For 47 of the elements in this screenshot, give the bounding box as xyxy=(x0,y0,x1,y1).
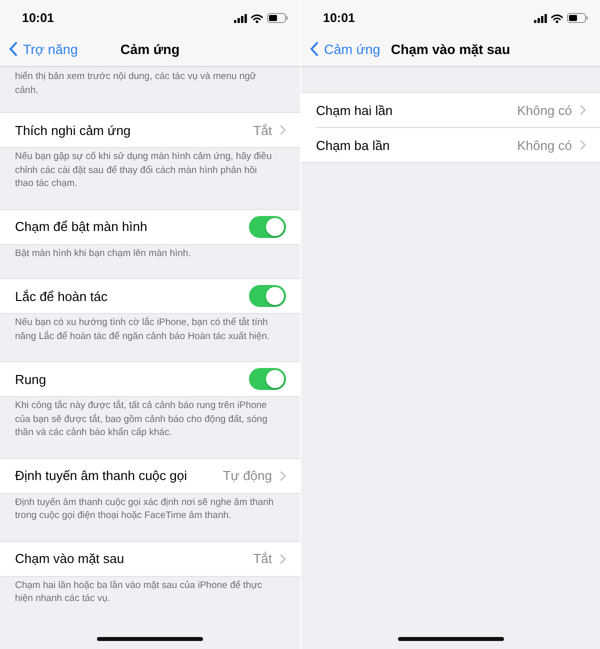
screen-title: Cảm ứng xyxy=(120,42,180,56)
row-label: Rung xyxy=(15,372,48,386)
settings-row[interactable]: Thích nghi cảm ứng Tắt xyxy=(0,113,300,147)
row-value: Không có xyxy=(517,102,572,118)
status-time: 10:01 xyxy=(22,11,54,25)
row-label: Chạm hai lần xyxy=(316,102,394,118)
wifi-icon xyxy=(551,14,563,22)
chevron-right-icon xyxy=(580,140,586,150)
settings-row[interactable]: Chạm ba lần Không có xyxy=(316,127,600,162)
chevron-right-icon xyxy=(280,125,286,135)
row-label: Lắc để hoàn tác xyxy=(15,288,109,304)
signal-bars-icon xyxy=(534,14,547,22)
chevron-right-icon xyxy=(280,554,286,564)
row-label: Chạm vào mặt sau xyxy=(15,551,126,566)
row-value: Không có xyxy=(517,138,572,152)
toggle-switch[interactable] xyxy=(249,368,286,390)
chevron-right-icon xyxy=(580,105,586,115)
toggle-switch[interactable] xyxy=(249,285,286,307)
row-value: Tự động xyxy=(222,468,272,483)
settings-row[interactable]: Định tuyến âm thanh cuộc gọi Tự động xyxy=(0,458,300,492)
row-label: Định tuyến âm thanh cuộc gọi xyxy=(15,468,188,483)
section-description: Chạm hai lần hoặc ba lần vào mặt sau của iPhone để thực hiện nhanh các tác vụ. xyxy=(14,578,264,606)
status-time: 10:01 xyxy=(323,11,355,25)
chevron-left-icon xyxy=(310,42,318,56)
section-description: Nếu bạn gặp sự cố khi sử dụng màn hình cảm ứng, hãy điều chỉnh các cài đặt sau để thay đổi cách màn hình phản hồi thao tác chạm. xyxy=(14,150,273,191)
toggle-switch[interactable] xyxy=(249,216,286,238)
settings-row[interactable]: Chạm hai lần Không có xyxy=(301,93,600,127)
row-value: Tắt xyxy=(253,551,272,566)
wifi-icon xyxy=(251,14,263,22)
chevron-left-icon xyxy=(9,42,17,56)
screen-title: Chạm vào mặt sau xyxy=(390,42,510,56)
chevron-right-icon xyxy=(280,470,286,480)
section-description: Bật màn hình khi bạn chạm lên màn hình. xyxy=(14,246,192,260)
battery-icon xyxy=(567,13,588,23)
battery-icon xyxy=(267,13,288,23)
back-button[interactable]: Trợ năng xyxy=(9,42,78,56)
row-value: Tắt xyxy=(253,122,272,138)
signal-bars-icon xyxy=(234,14,247,22)
section-description: hiển thị bản xem trước nội dung, các tác vụ và menu ngữ cảnh. xyxy=(14,70,258,98)
settings-row[interactable]: Chạm vào mặt sau Tắt xyxy=(0,542,300,576)
row-label: Chạm để bật màn hình xyxy=(15,219,148,234)
row-label: Thích nghi cảm ứng xyxy=(15,122,132,138)
section-description: Khi công tắc này được tắt, tất cả cảnh báo rung trên iPhone của bạn sẽ được tắt, bao gồm cảnh báo cho động đất, sóng thần và các cảnh báo khẩn cấp khác. xyxy=(14,398,268,440)
section-description: Nếu bạn có xu hướng tình cờ lắc iPhone, bạn có thể tắt tính năng Lắc để hoàn tác để ngăn cảnh báo Hoàn tác xuất hiện. xyxy=(14,316,271,344)
row-label: Chạm ba lần xyxy=(316,138,391,152)
back-button[interactable]: Cảm ứng xyxy=(310,42,380,56)
section-description: Định tuyến âm thanh cuộc gọi xác định nơi sẽ nghe âm thanh trong cuộc gọi điện thoại hoặc FaceTime âm thanh. xyxy=(14,496,275,523)
